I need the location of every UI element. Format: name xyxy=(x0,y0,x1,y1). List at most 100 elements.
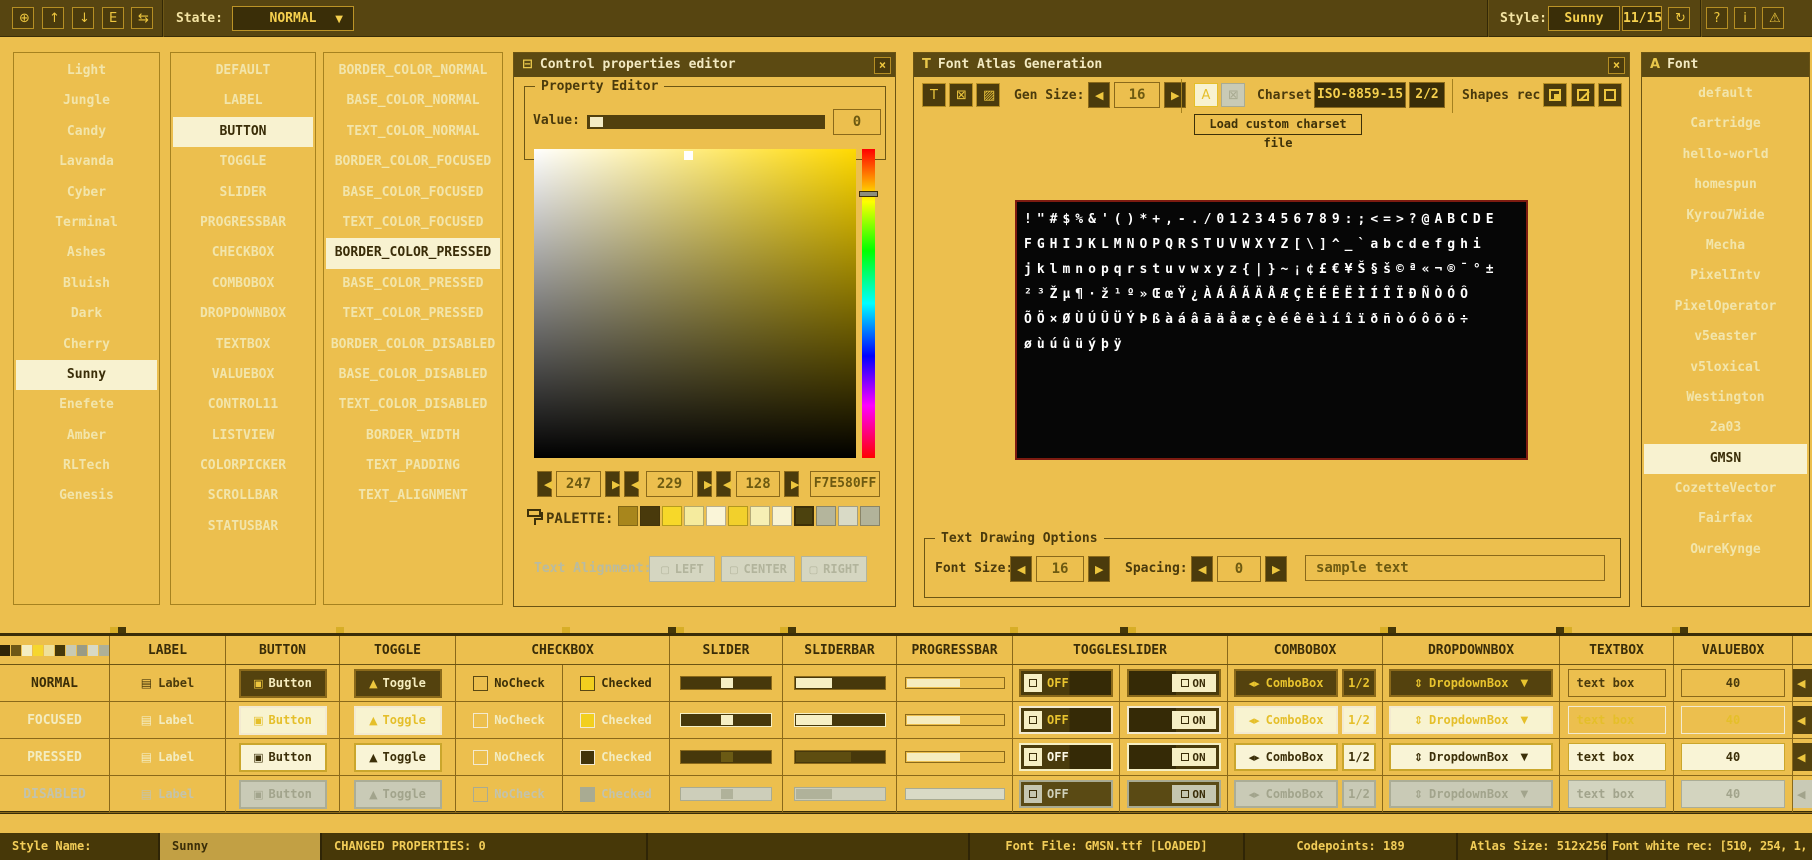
combobox-count[interactable]: 1/2 xyxy=(1342,669,1376,697)
scrollbar-arrow-icon[interactable]: ◀ xyxy=(1793,669,1812,697)
button-sample[interactable]: ▣Button xyxy=(239,780,327,809)
list-item[interactable]: BASE_COLOR_PRESSED xyxy=(326,269,500,299)
window-titlebar[interactable]: ⊟Control properties editor xyxy=(514,53,895,77)
list-item[interactable]: TEXT_COLOR_PRESSED xyxy=(326,299,500,329)
red-increment-button[interactable]: ▶ xyxy=(605,471,620,497)
toggle-knob[interactable]: ON xyxy=(1172,711,1216,729)
color-saturation-panel[interactable] xyxy=(534,149,856,458)
list-item[interactable]: homespun xyxy=(1644,170,1807,200)
list-item[interactable]: Bluish xyxy=(16,269,157,299)
close-icon[interactable]: × xyxy=(874,57,891,74)
green-value-box[interactable]: 229 xyxy=(646,471,693,497)
palette-swatch[interactable] xyxy=(640,506,660,526)
unload-charset-button[interactable]: ⊠ xyxy=(1221,83,1245,107)
font-size-value[interactable]: 16 xyxy=(1036,556,1084,582)
list-item[interactable]: Mecha xyxy=(1644,231,1807,261)
toggle-sample[interactable]: ▲Toggle xyxy=(354,706,442,735)
close-icon[interactable]: × xyxy=(1608,57,1625,74)
gen-size-decrement[interactable]: ◀ xyxy=(1088,82,1110,108)
list-item[interactable]: hello-world xyxy=(1644,140,1807,170)
value-slider[interactable] xyxy=(587,115,825,129)
toggleslider-off[interactable]: OFF xyxy=(1019,743,1113,771)
state-dropdown[interactable]: NORMAL ▼ xyxy=(232,6,354,31)
style-templates-list[interactable]: LightJungleCandyLavandaCyberTerminalAshe… xyxy=(13,52,160,605)
list-item[interactable]: TOGGLE xyxy=(173,147,313,177)
toggle-sample[interactable]: ▲Toggle xyxy=(354,743,442,772)
checkbox-unchecked[interactable] xyxy=(473,750,488,765)
textbox-sample[interactable]: text box xyxy=(1568,780,1666,808)
list-item[interactable]: COMBOBOX xyxy=(173,269,313,299)
combobox-count[interactable]: 1/2 xyxy=(1342,780,1376,808)
green-decrement-button[interactable]: ◀ xyxy=(624,471,639,497)
checkbox-unchecked[interactable] xyxy=(473,787,488,802)
list-item[interactable]: TEXT_COLOR_NORMAL xyxy=(326,117,500,147)
toggleslider-on[interactable]: ON xyxy=(1127,669,1221,697)
slider-handle[interactable] xyxy=(721,752,733,762)
button-sample[interactable]: ▣Button xyxy=(239,706,327,735)
font-text-mode-button[interactable]: T xyxy=(922,83,946,107)
checkbox-checked[interactable] xyxy=(580,713,595,728)
toggle-knob[interactable]: ON xyxy=(1172,674,1216,692)
toggle-knob[interactable] xyxy=(1024,711,1042,729)
list-item[interactable]: SLIDER xyxy=(173,178,313,208)
palette-swatch[interactable] xyxy=(662,506,682,526)
valuebox-sample[interactable]: 40 xyxy=(1681,780,1785,808)
blue-decrement-button[interactable]: ◀ xyxy=(716,471,731,497)
properties-list[interactable]: BORDER_COLOR_NORMALBASE_COLOR_NORMALTEXT… xyxy=(323,52,503,605)
checkbox-checked[interactable] xyxy=(580,676,595,691)
align-right-button[interactable]: ▢RIGHT xyxy=(801,556,867,582)
red-decrement-button[interactable]: ◀ xyxy=(537,471,552,497)
toggleslider-on[interactable]: ON xyxy=(1127,780,1221,808)
valuebox-sample[interactable]: 40 xyxy=(1681,706,1785,734)
list-item[interactable]: BORDER_COLOR_NORMAL xyxy=(326,56,500,86)
list-item[interactable]: BORDER_WIDTH xyxy=(326,421,500,451)
list-item[interactable]: LABEL xyxy=(173,86,313,116)
toggleslider-on[interactable]: ON xyxy=(1127,706,1221,734)
blue-value-box[interactable]: 128 xyxy=(736,471,780,497)
spacing-decrement[interactable]: ◀ xyxy=(1191,556,1213,582)
issue-report-button[interactable]: ⚠ xyxy=(1762,7,1784,29)
palette-swatch[interactable] xyxy=(750,506,770,526)
checkbox-checked[interactable] xyxy=(580,787,595,802)
export-atlas-image-button[interactable]: ▨ xyxy=(976,83,1000,107)
list-item[interactable]: COLORPICKER xyxy=(173,451,313,481)
toggle-knob[interactable] xyxy=(1024,785,1042,803)
combobox-sample[interactable]: ◂▸ComboBox xyxy=(1234,780,1338,808)
slider-sample[interactable] xyxy=(680,676,772,690)
list-item[interactable]: VALUEBOX xyxy=(173,360,313,390)
slider-sample[interactable] xyxy=(680,787,772,801)
list-item[interactable]: PixelOperator xyxy=(1644,292,1807,322)
list-item[interactable]: BASE_COLOR_NORMAL xyxy=(326,86,500,116)
list-item[interactable]: v5easter xyxy=(1644,322,1807,352)
checkbox-checked[interactable] xyxy=(580,750,595,765)
controls-list[interactable]: DEFAULTLABELBUTTONTOGGLESLIDERPROGRESSBA… xyxy=(170,52,316,605)
list-item[interactable]: Enefete xyxy=(16,390,157,420)
list-item[interactable]: PixelIntv xyxy=(1644,261,1807,291)
gen-size-value[interactable]: 16 xyxy=(1114,82,1160,108)
textbox-sample[interactable]: text box xyxy=(1568,743,1666,771)
window-titlebar[interactable]: TFont Atlas Generation xyxy=(914,53,1629,77)
shapes-white-rec-button[interactable] xyxy=(1543,83,1567,107)
list-item[interactable]: Sunny xyxy=(16,360,157,390)
textbox-sample[interactable]: text box xyxy=(1568,669,1666,697)
help-button[interactable]: ? xyxy=(1706,7,1728,29)
align-left-button[interactable]: ▢LEFT xyxy=(649,556,715,582)
palette-swatch[interactable] xyxy=(684,506,704,526)
open-file-button[interactable]: ↑ xyxy=(42,7,64,29)
slider-handle[interactable] xyxy=(721,715,733,725)
color-cursor[interactable] xyxy=(684,151,693,160)
button-sample[interactable]: ▣Button xyxy=(239,743,327,772)
spacing-value[interactable]: 0 xyxy=(1217,556,1261,582)
list-item[interactable]: Amber xyxy=(16,421,157,451)
list-item[interactable]: default xyxy=(1644,79,1807,109)
scrollbar-arrow-icon[interactable]: ◀ xyxy=(1793,780,1812,808)
slider-handle[interactable] xyxy=(721,678,733,688)
value-box[interactable]: 0 xyxy=(833,109,881,135)
slider-handle[interactable] xyxy=(590,117,603,127)
font-size-increment[interactable]: ▶ xyxy=(1088,556,1110,582)
random-style-button[interactable]: ⇆ xyxy=(131,7,153,29)
export-file-button[interactable]: E xyxy=(102,7,124,29)
palette-swatch[interactable] xyxy=(706,506,726,526)
list-item[interactable]: DROPDOWNBOX xyxy=(173,299,313,329)
list-item[interactable]: v5loxical xyxy=(1644,353,1807,383)
